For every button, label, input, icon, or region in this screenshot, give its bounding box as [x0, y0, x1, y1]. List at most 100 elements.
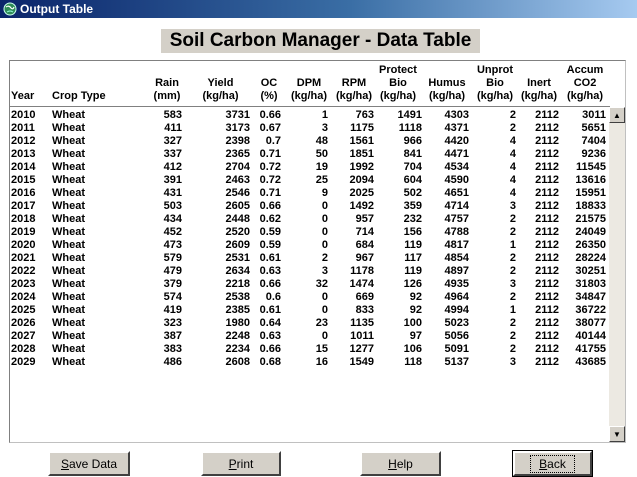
cell-co2: 5651	[581, 122, 606, 134]
cell-protect: 100	[403, 317, 422, 329]
cell-yield: 2608	[225, 356, 250, 368]
table-row[interactable]: 2013 Wheat 337 2365 0.71 50 1851 841 4471 4 2112 92…	[10, 148, 610, 161]
cell-rpm: 967	[355, 252, 374, 264]
scroll-up-button[interactable]: ▲	[609, 107, 625, 123]
column-header-line: Accum	[566, 64, 604, 76]
cell-year: 2024	[11, 291, 36, 303]
cell-humus: 4590	[444, 174, 469, 186]
help-button[interactable]: Help	[360, 451, 441, 476]
cell-unprot: 2	[509, 252, 516, 264]
cell-humus: 4651	[444, 187, 469, 199]
cell-rain: 411	[164, 122, 182, 134]
cell-dpm: 0	[321, 200, 328, 212]
cell-unprot: 2	[509, 317, 516, 329]
cell-rpm: 1992	[349, 161, 374, 173]
cell-yield: 2218	[225, 278, 250, 290]
column-header-protect: Protect Bio (kg/ha)	[374, 63, 422, 103]
triangle-down-icon: ▼	[613, 429, 621, 439]
table-row[interactable]: 2027 Wheat 387 2248 0.63 0 1011 97 5056 2 2112 4014…	[10, 330, 610, 343]
cell-rain: 452	[163, 226, 182, 238]
data-table[interactable]: Year Crop Type Rain (mm) Yield (kg/ha) OC (%) DP…	[9, 60, 626, 443]
table-row[interactable]: 2022 Wheat 479 2634 0.63 3 1178 119 4897 2 2112 302…	[10, 265, 610, 278]
table-row[interactable]: 2010 Wheat 583 3731 0.66 1 763 1491 4303 2 2112 301…	[10, 109, 610, 122]
cell-unprot: 2	[509, 109, 516, 121]
cell-unprot: 2	[509, 226, 516, 238]
cell-protect: 97	[409, 330, 422, 342]
cell-oc: 0.61	[259, 304, 281, 316]
column-header-yield: Yield (kg/ha)	[193, 63, 248, 103]
cell-co2: 11545	[576, 161, 606, 173]
column-header-line: CO2	[573, 77, 597, 89]
table-row[interactable]: 2015 Wheat 391 2463 0.72 25 2094 604 4590 4 2112 13…	[10, 174, 610, 187]
table-row[interactable]: 2012 Wheat 327 2398 0.7 48 1561 966 4420 4 2112 740…	[10, 135, 610, 148]
table-row[interactable]: 2029 Wheat 486 2608 0.68 16 1549 118 5137 3 2112 43…	[10, 356, 610, 369]
cell-oc: 0.66	[259, 109, 281, 121]
cell-co2: 43685	[575, 356, 606, 368]
cell-humus: 4534	[444, 161, 469, 173]
cell-unprot: 4	[509, 135, 516, 147]
cell-inert: 2112	[535, 200, 559, 212]
cell-humus: 5023	[444, 317, 469, 329]
table-row[interactable]: 2025 Wheat 419 2385 0.61 0 833 92 4994 1 2112 36722	[10, 304, 610, 317]
cell-yield: 2609	[225, 239, 250, 251]
cell-crop: Wheat	[52, 317, 85, 329]
save-data-button[interactable]: Save Data	[48, 451, 130, 476]
cell-inert: 2112	[535, 317, 559, 329]
column-header-line: Bio	[486, 77, 504, 89]
table-row[interactable]: 2019 Wheat 452 2520 0.59 0 714 156 4788 2 2112 2404…	[10, 226, 610, 239]
scroll-down-button[interactable]: ▼	[609, 426, 625, 442]
table-row[interactable]: 2018 Wheat 434 2448 0.62 0 957 232 4757 2 2112 2157…	[10, 213, 610, 226]
table-row[interactable]: 2017 Wheat 503 2605 0.66 0 1492 359 4714 3 2112 188…	[10, 200, 610, 213]
cell-dpm: 3	[321, 122, 328, 134]
column-header-line: (kg/ha)	[428, 90, 466, 102]
cell-yield: 2248	[225, 330, 250, 342]
back-button[interactable]: Back	[512, 450, 593, 477]
table-row[interactable]: 2014 Wheat 412 2704 0.72 19 1992 704 4534 4 2112 11…	[10, 161, 610, 174]
table-row[interactable]: 2024 Wheat 574 2538 0.6 0 669 92 4964 2 2112 34847	[10, 291, 610, 304]
cell-rpm: 1178	[350, 265, 374, 277]
cell-inert: 2112	[535, 343, 559, 355]
column-header-rain: Rain (mm)	[148, 63, 186, 103]
vertical-scrollbar[interactable]: ▲ ▼	[609, 107, 625, 442]
cell-dpm: 0	[321, 213, 328, 225]
cell-co2: 9236	[581, 148, 606, 160]
cell-year: 2018	[11, 213, 36, 225]
cell-inert: 2112	[535, 174, 559, 186]
table-row[interactable]: 2028 Wheat 383 2234 0.66 15 1277 106 5091 2 2112 41…	[10, 343, 610, 356]
focus-rect: Back	[530, 454, 575, 473]
column-header-line: (kg/ha)	[476, 90, 514, 102]
cell-inert: 2112	[535, 161, 559, 173]
table-row[interactable]: 2020 Wheat 473 2609 0.59 0 684 119 4817 1 2112 2635…	[10, 239, 610, 252]
cell-oc: 0.66	[259, 343, 281, 355]
title-bar[interactable]: Output Table	[0, 0, 637, 18]
header-divider	[10, 106, 610, 107]
cell-humus: 5056	[444, 330, 469, 342]
table-row[interactable]: 2016 Wheat 431 2546 0.71 9 2025 502 4651 4 2112 159…	[10, 187, 610, 200]
page-title: Soil Carbon Manager - Data Table	[161, 29, 480, 53]
cell-year: 2025	[11, 304, 36, 316]
cell-humus: 4371	[444, 122, 469, 134]
cell-crop: Wheat	[52, 187, 85, 199]
print-button[interactable]: Print	[201, 451, 281, 476]
cell-co2: 28224	[575, 252, 606, 264]
cell-rain: 391	[163, 174, 182, 186]
cell-unprot: 2	[509, 122, 516, 134]
cell-rpm: 1175	[350, 122, 374, 134]
table-row[interactable]: 2023 Wheat 379 2218 0.66 32 1474 126 4935 3 2112 31…	[10, 278, 610, 291]
column-header-line: OC	[260, 77, 278, 89]
cell-dpm: 23	[315, 317, 328, 329]
cell-protect: 119	[404, 265, 422, 277]
cell-oc: 0.68	[259, 356, 281, 368]
table-row[interactable]: 2026 Wheat 323 1980 0.64 23 1135 100 5023 2 2112 38…	[10, 317, 610, 330]
cell-oc: 0.62	[259, 213, 281, 225]
column-header-line: (kg/ha)	[566, 90, 604, 102]
cell-co2: 36722	[575, 304, 606, 316]
table-row[interactable]: 2021 Wheat 579 2531 0.61 2 967 117 4854 2 2112 2822…	[10, 252, 610, 265]
cell-humus: 5091	[444, 343, 469, 355]
cell-crop: Wheat	[52, 330, 85, 342]
cell-co2: 21575	[575, 213, 606, 225]
table-row[interactable]: 2011 Wheat 411 3173 0.67 3 1175 1118 4371 2 2112 56…	[10, 122, 610, 135]
cell-inert: 2112	[535, 109, 559, 121]
cell-rpm: 2094	[349, 174, 374, 186]
cell-humus: 4303	[444, 109, 469, 121]
